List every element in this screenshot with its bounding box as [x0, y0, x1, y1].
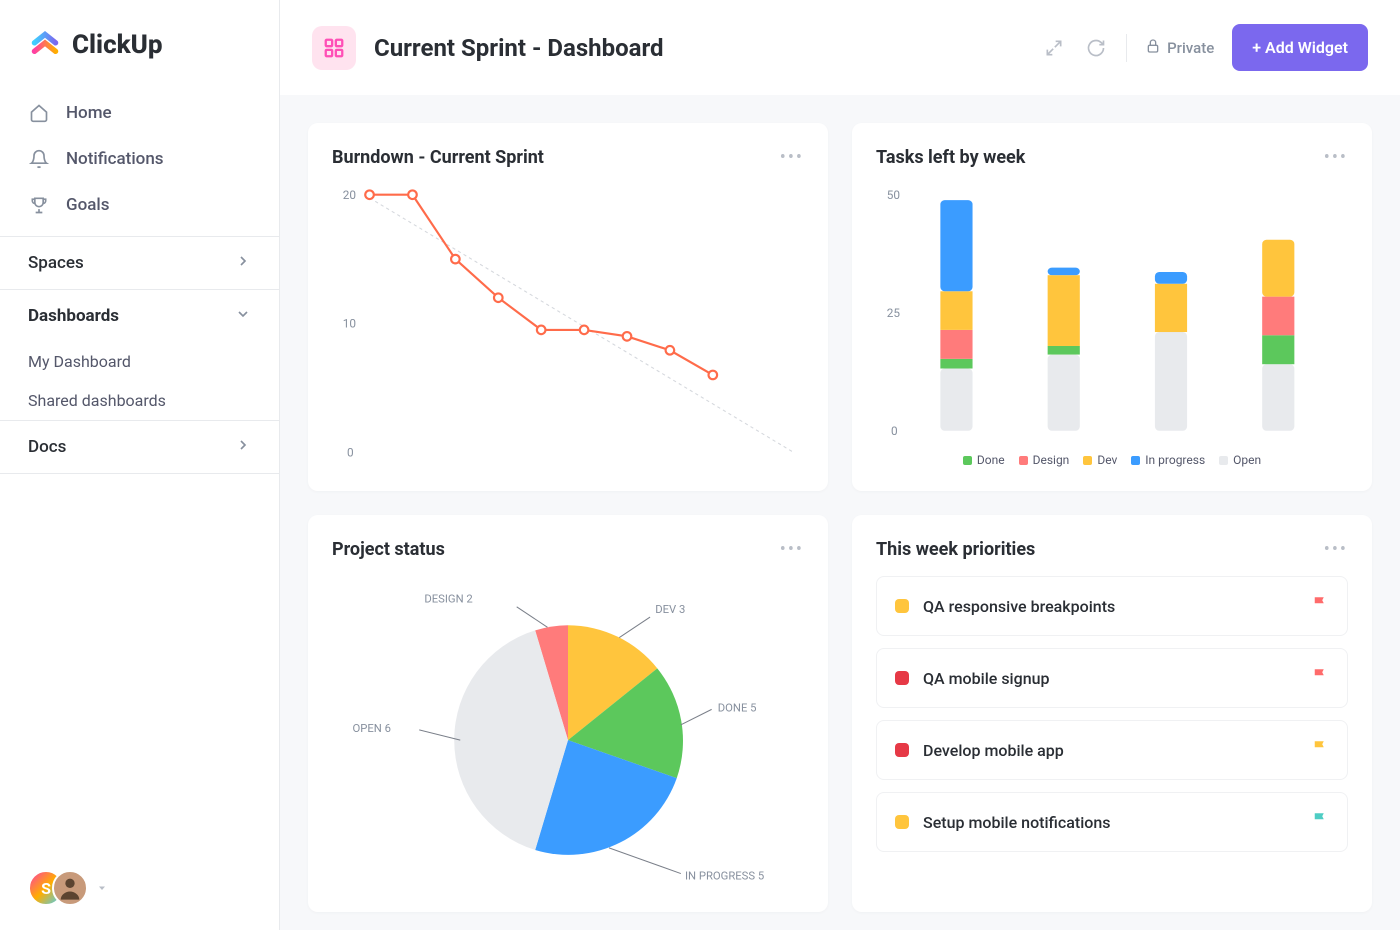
section-label: Spaces	[28, 253, 84, 273]
priority-list: QA responsive breakpoints QA mobile sign…	[876, 576, 1348, 852]
svg-text:50: 50	[887, 188, 900, 202]
more-icon[interactable]: •••	[1324, 147, 1348, 168]
sidebar-section-docs[interactable]: Docs	[0, 420, 279, 474]
logo[interactable]: ClickUp	[0, 0, 279, 82]
widget-title: This week priorities	[876, 539, 1035, 560]
privacy-indicator[interactable]: Private	[1145, 38, 1214, 58]
chevron-right-icon	[235, 437, 251, 457]
flag-icon	[1311, 739, 1329, 761]
burndown-chart: 20 10 0	[332, 184, 804, 463]
pie-label-dev: DEV 3	[655, 603, 685, 616]
chevron-down-icon	[235, 306, 251, 326]
header-actions: Private + Add Widget	[1042, 24, 1368, 71]
section-label: Docs	[28, 437, 66, 457]
more-icon[interactable]: •••	[780, 539, 804, 560]
legend-open: Open	[1233, 453, 1261, 467]
svg-text:25: 25	[887, 306, 901, 320]
pie-label-open: OPEN 6	[353, 722, 391, 735]
page-title: Current Sprint - Dashboard	[374, 34, 664, 62]
bell-icon	[28, 148, 50, 170]
status-badge	[895, 743, 909, 757]
privacy-label: Private	[1167, 39, 1214, 57]
nav-label: Notifications	[66, 149, 164, 169]
sidebar-item-shared-dashboards[interactable]: Shared dashboards	[0, 381, 279, 420]
divider	[1126, 34, 1127, 62]
flag-icon	[1311, 595, 1329, 617]
svg-text:20: 20	[343, 188, 356, 202]
priority-item[interactable]: QA responsive breakpoints	[876, 576, 1348, 636]
task-label: QA responsive breakpoints	[923, 597, 1115, 616]
home-icon	[28, 102, 50, 124]
nav-primary: Home Notifications Goals	[0, 82, 279, 236]
refresh-icon[interactable]	[1084, 36, 1108, 60]
widget-title: Tasks left by week	[876, 147, 1025, 168]
main: Current Sprint - Dashboard Private + Add…	[280, 0, 1400, 930]
tasks-week-chart: 50 25 0	[876, 184, 1348, 441]
add-widget-button[interactable]: + Add Widget	[1232, 24, 1368, 71]
sidebar-item-my-dashboard[interactable]: My Dashboard	[0, 342, 279, 381]
nav-label: Goals	[66, 195, 109, 215]
pie-label-done: DONE 5	[718, 702, 757, 715]
widget-priorities: This week priorities ••• QA responsive b…	[852, 515, 1372, 912]
sidebar-section-spaces[interactable]: Spaces	[0, 236, 279, 289]
chevron-right-icon	[235, 253, 251, 273]
flag-icon	[1311, 667, 1329, 689]
widget-burndown: Burndown - Current Sprint ••• 20 10 0	[308, 123, 828, 491]
legend-inprogress: In progress	[1145, 453, 1205, 467]
more-icon[interactable]: •••	[1324, 539, 1348, 560]
task-label: Setup mobile notifications	[923, 813, 1111, 832]
chevron-down-icon	[96, 879, 108, 898]
pie-label-design: DESIGN 2	[424, 593, 472, 606]
priority-item[interactable]: Setup mobile notifications	[876, 792, 1348, 852]
sidebar-item-home[interactable]: Home	[0, 90, 279, 136]
logo-text: ClickUp	[72, 30, 163, 60]
legend-done: Done	[977, 453, 1005, 467]
flag-icon	[1311, 811, 1329, 833]
widget-title: Project status	[332, 539, 445, 560]
chart-legend: Done Design Dev In progress Open	[876, 453, 1348, 467]
nav-label: Home	[66, 103, 112, 123]
pie-label-inprogress: IN PROGRESS 5	[685, 870, 764, 883]
svg-text:0: 0	[347, 445, 354, 459]
sidebar-footer[interactable]: S	[0, 846, 279, 930]
avatar-stack: S	[28, 870, 88, 906]
status-badge	[895, 815, 909, 829]
more-icon[interactable]: •••	[780, 147, 804, 168]
status-badge	[895, 599, 909, 613]
sidebar-section-dashboards: Dashboards My Dashboard Shared dashboard…	[0, 289, 279, 420]
sidebar-item-goals[interactable]: Goals	[0, 182, 279, 228]
widget-project-status: Project status ••• DESIGN 2	[308, 515, 828, 912]
clickup-logo-icon	[28, 28, 62, 62]
expand-icon[interactable]	[1042, 36, 1066, 60]
legend-design: Design	[1033, 453, 1070, 467]
task-label: QA mobile signup	[923, 669, 1050, 688]
priority-item[interactable]: Develop mobile app	[876, 720, 1348, 780]
priority-item[interactable]: QA mobile signup	[876, 648, 1348, 708]
trophy-icon	[28, 194, 50, 216]
lock-icon	[1145, 38, 1161, 58]
svg-text:10: 10	[343, 317, 356, 331]
sidebar: ClickUp Home Notifications Goals Spaces …	[0, 0, 280, 930]
dashboard-icon	[312, 26, 356, 70]
svg-text:0: 0	[891, 424, 898, 438]
project-status-chart: DESIGN 2 DEV 3 DONE 5 IN PROGRESS 5 OPEN…	[332, 576, 804, 884]
widget-title: Burndown - Current Sprint	[332, 147, 544, 168]
dashboards-toggle[interactable]: Dashboards	[0, 289, 279, 342]
status-badge	[895, 671, 909, 685]
widget-tasks-week: Tasks left by week ••• 50 25 0	[852, 123, 1372, 491]
legend-dev: Dev	[1097, 453, 1117, 467]
sidebar-item-notifications[interactable]: Notifications	[0, 136, 279, 182]
header: Current Sprint - Dashboard Private + Add…	[280, 0, 1400, 95]
section-label: Dashboards	[28, 306, 119, 326]
task-label: Develop mobile app	[923, 741, 1064, 760]
widget-grid: Burndown - Current Sprint ••• 20 10 0 Ta…	[280, 95, 1400, 930]
avatar	[52, 870, 88, 906]
